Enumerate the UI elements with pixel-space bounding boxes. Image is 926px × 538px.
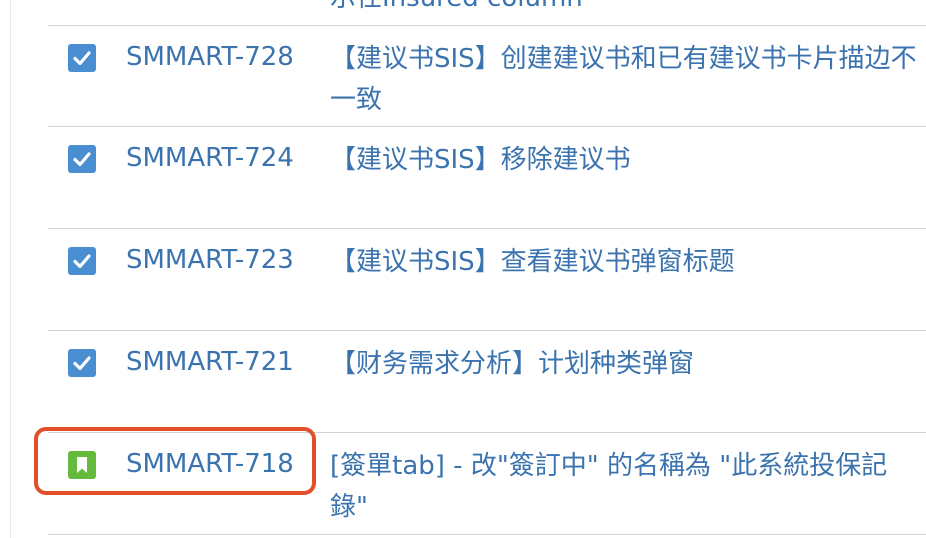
task-icon	[68, 44, 96, 72]
issue-row[interactable]: SMMART-723 【建议书SIS】查看建议书弹窗标题	[48, 229, 926, 331]
issue-row[interactable]: SMMART-728 【建议书SIS】创建建议书和已有建议书卡片描边不一致	[48, 26, 926, 127]
left-divider	[10, 0, 11, 538]
issue-key-link[interactable]: SMMART-721	[126, 344, 294, 380]
task-icon	[68, 145, 96, 173]
issue-row-partial: 示任Insured column	[48, 0, 926, 26]
highlight-annotation	[34, 427, 316, 495]
issue-list-page: 示任Insured column SMMART-728 【建议书SIS】创建建议…	[0, 0, 926, 538]
issue-key-link[interactable]: SMMART-723	[126, 242, 294, 278]
task-icon	[68, 349, 96, 377]
issue-key-link[interactable]: SMMART-724	[126, 140, 294, 176]
issue-summary-link[interactable]: 【建议书SIS】查看建议书弹窗标题	[330, 242, 920, 283]
issue-row[interactable]: SMMART-721 【财务需求分析】计划种类弹窗	[48, 331, 926, 433]
issue-summary-link[interactable]: [簽單tab] - 改"簽訂中" 的名稱為 "此系統投保記錄"	[330, 446, 920, 528]
issue-key-link[interactable]: SMMART-728	[126, 39, 294, 75]
issue-summary-link[interactable]: 【建议书SIS】创建建议书和已有建议书卡片描边不一致	[330, 39, 920, 121]
issue-summary-partial[interactable]: 示任Insured column	[330, 0, 583, 16]
task-icon	[68, 247, 96, 275]
issue-summary-link[interactable]: 【建议书SIS】移除建议书	[330, 140, 920, 181]
issue-summary-link[interactable]: 【财务需求分析】计划种类弹窗	[330, 344, 920, 385]
issue-row[interactable]: SMMART-724 【建议书SIS】移除建议书	[48, 127, 926, 229]
